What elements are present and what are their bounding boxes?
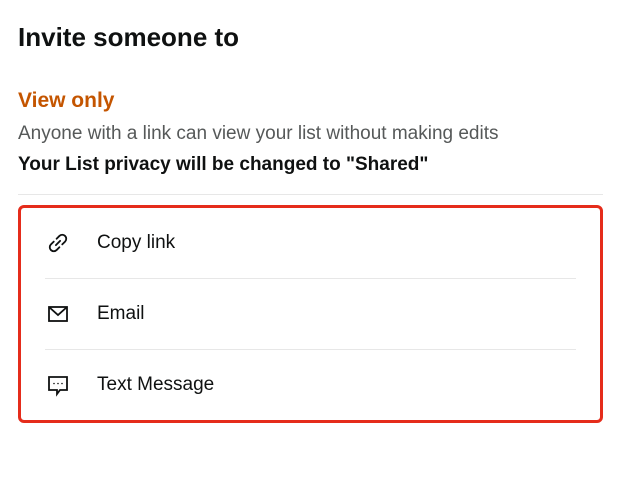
permission-description: Anyone with a link can view your list wi…	[18, 121, 603, 148]
email-icon	[45, 301, 71, 327]
share-option-label: Text Message	[97, 374, 214, 396]
privacy-note: Your List privacy will be changed to "Sh…	[18, 154, 603, 176]
share-option-label: Email	[97, 303, 145, 325]
divider	[18, 194, 603, 195]
link-icon	[45, 230, 71, 256]
share-option-text-message[interactable]: Text Message	[45, 350, 576, 420]
share-option-copy-link[interactable]: Copy link	[45, 208, 576, 279]
share-option-email[interactable]: Email	[45, 279, 576, 350]
page-title: Invite someone to	[18, 22, 603, 53]
share-option-label: Copy link	[97, 232, 175, 254]
share-options-container: Copy link Email Text Message	[18, 205, 603, 423]
permission-label: View only	[18, 89, 603, 113]
text-message-icon	[45, 372, 71, 398]
